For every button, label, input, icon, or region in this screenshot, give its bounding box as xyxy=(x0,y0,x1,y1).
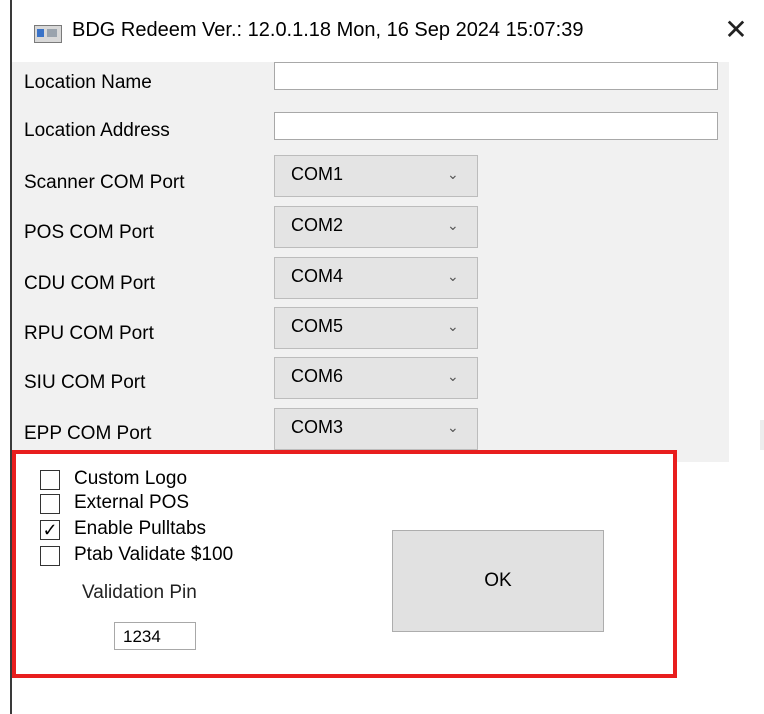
scanner-com-port-select[interactable]: COM1 ⌄ xyxy=(274,155,478,197)
chevron-down-icon: ⌄ xyxy=(447,419,459,435)
pos-com-port-value: COM2 xyxy=(291,215,344,235)
enable-pulltabs-label: Enable Pulltabs xyxy=(74,518,207,539)
settings-window: BDG Redeem Ver.: 12.0.1.18 Mon, 16 Sep 2… xyxy=(10,0,764,714)
location-name-label: Location Name xyxy=(24,72,152,93)
epp-com-port-select[interactable]: COM3 ⌄ xyxy=(274,408,478,450)
chevron-down-icon: ⌄ xyxy=(447,217,459,233)
cdu-com-port-value: COM4 xyxy=(291,266,344,286)
pos-com-port-label: POS COM Port xyxy=(24,222,154,243)
validation-pin-label: Validation Pin xyxy=(82,582,197,603)
rpu-com-port-value: COM5 xyxy=(291,316,344,336)
scanner-com-port-label: Scanner COM Port xyxy=(24,172,185,193)
location-name-input[interactable] xyxy=(274,62,718,90)
chevron-down-icon: ⌄ xyxy=(447,368,459,384)
validation-pin-input[interactable]: 1234 xyxy=(114,622,196,650)
custom-logo-label: Custom Logo xyxy=(74,468,188,489)
location-address-label: Location Address xyxy=(24,120,170,141)
cdu-com-port-label: CDU COM Port xyxy=(24,273,155,294)
check-icon[interactable]: ✓ xyxy=(40,520,60,540)
siu-com-port-label: SIU COM Port xyxy=(24,372,146,393)
chevron-down-icon: ⌄ xyxy=(447,166,459,182)
checkbox-box[interactable] xyxy=(40,470,60,490)
app-icon xyxy=(34,25,62,43)
location-address-input[interactable] xyxy=(274,112,718,140)
siu-com-port-select[interactable]: COM6 ⌄ xyxy=(274,357,478,399)
epp-com-port-label: EPP COM Port xyxy=(24,423,152,444)
siu-com-port-value: COM6 xyxy=(291,366,344,386)
rpu-com-port-label: RPU COM Port xyxy=(24,323,154,344)
ptab-validate-label: Ptab Validate $100 xyxy=(74,544,234,565)
pos-com-port-select[interactable]: COM2 ⌄ xyxy=(274,206,478,248)
checkbox-box[interactable] xyxy=(40,546,60,566)
epp-com-port-value: COM3 xyxy=(291,417,344,437)
options-panel: Custom Logo External POS ✓ Enable Pullta… xyxy=(12,450,677,678)
window-title: BDG Redeem Ver.: 12.0.1.18 Mon, 16 Sep 2… xyxy=(72,19,584,41)
chevron-down-icon: ⌄ xyxy=(447,318,459,334)
cdu-com-port-select[interactable]: COM4 ⌄ xyxy=(274,257,478,299)
title-bar: BDG Redeem Ver.: 12.0.1.18 Mon, 16 Sep 2… xyxy=(12,0,764,62)
rpu-com-port-select[interactable]: COM5 ⌄ xyxy=(274,307,478,349)
chevron-down-icon: ⌄ xyxy=(447,268,459,284)
close-button[interactable]: ✕ xyxy=(716,12,756,48)
ok-button[interactable]: OK xyxy=(392,530,604,632)
external-pos-label: External POS xyxy=(74,492,190,513)
scanner-com-port-value: COM1 xyxy=(291,164,344,184)
checkbox-box[interactable] xyxy=(40,494,60,514)
scrollbar-fragment xyxy=(760,420,764,450)
